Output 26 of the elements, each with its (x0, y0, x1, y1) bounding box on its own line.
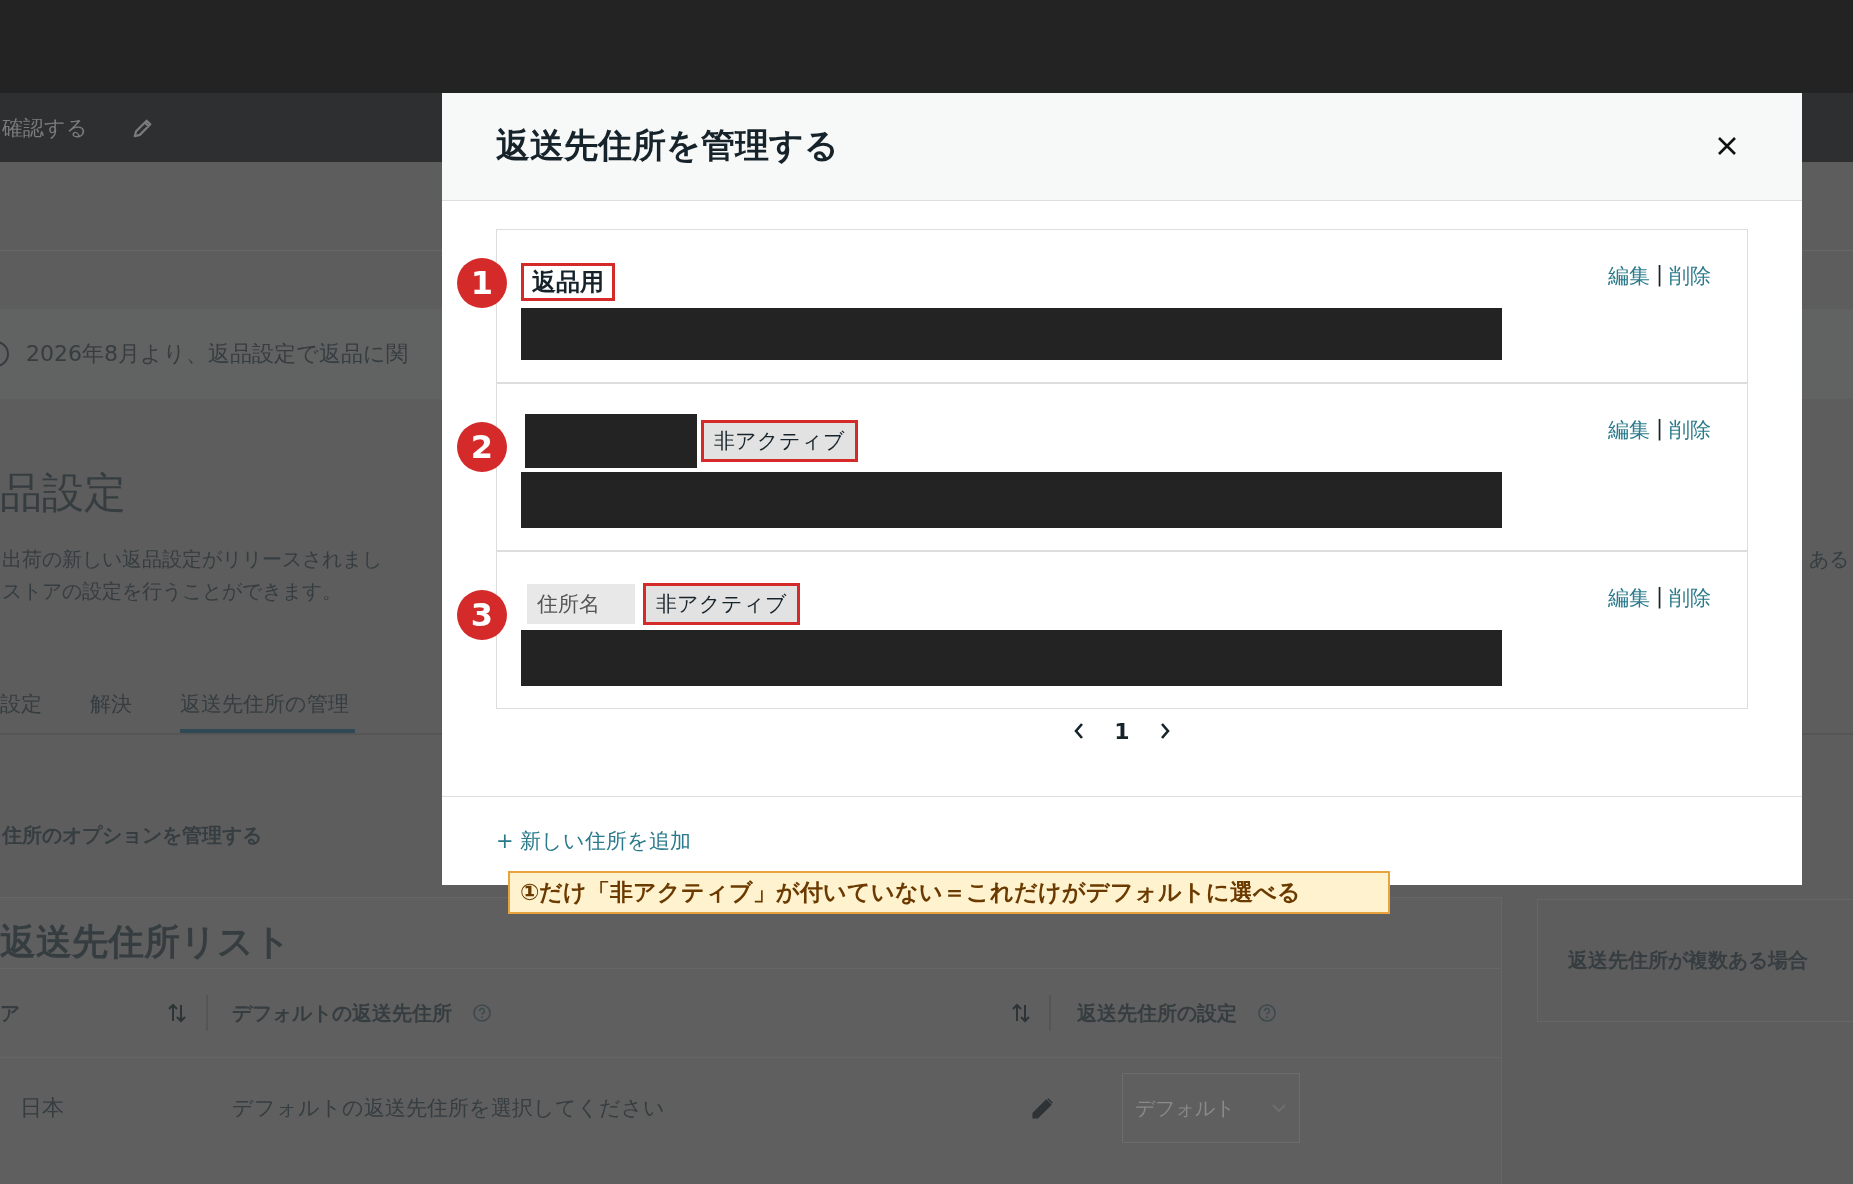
inactive-badge: 非アクティブ (643, 582, 800, 625)
confirm-link[interactable]: 確認する (2, 113, 88, 142)
sort-icon[interactable] (1010, 1001, 1032, 1025)
edit-link[interactable]: 編集 (1607, 415, 1650, 444)
delete-link[interactable]: 削除 (1669, 261, 1711, 290)
help-icon[interactable] (472, 1003, 492, 1023)
pencil-icon[interactable] (1030, 1095, 1056, 1121)
sort-icon[interactable] (166, 1001, 188, 1025)
annotation-callout: ①だけ「非アクティブ」が付いていない＝これだけがデフォルトに選べる (508, 871, 1390, 914)
address-name: 住所名 (527, 583, 635, 624)
separator-text: | (1655, 583, 1663, 611)
delete-link[interactable]: 削除 (1669, 583, 1711, 612)
number-marker: 2 (457, 421, 507, 472)
inactive-badge: 非アクティブ (701, 419, 858, 462)
edit-link[interactable]: 編集 (1607, 261, 1650, 290)
add-address-link[interactable]: + 新しい住所を追加 (496, 829, 692, 853)
separator-text: | (1655, 415, 1663, 443)
address-name: 返品用 (521, 262, 615, 301)
number-marker: 1 (457, 257, 507, 308)
modal-title: 返送先住所を管理する (496, 124, 839, 168)
number-marker: 3 (457, 589, 507, 640)
help-icon[interactable] (1257, 1003, 1277, 1023)
delete-link[interactable]: 削除 (1669, 415, 1711, 444)
page-number[interactable]: 1 (1114, 718, 1130, 744)
separator-text: | (1655, 261, 1663, 289)
edit-link[interactable]: 編集 (1607, 583, 1650, 612)
